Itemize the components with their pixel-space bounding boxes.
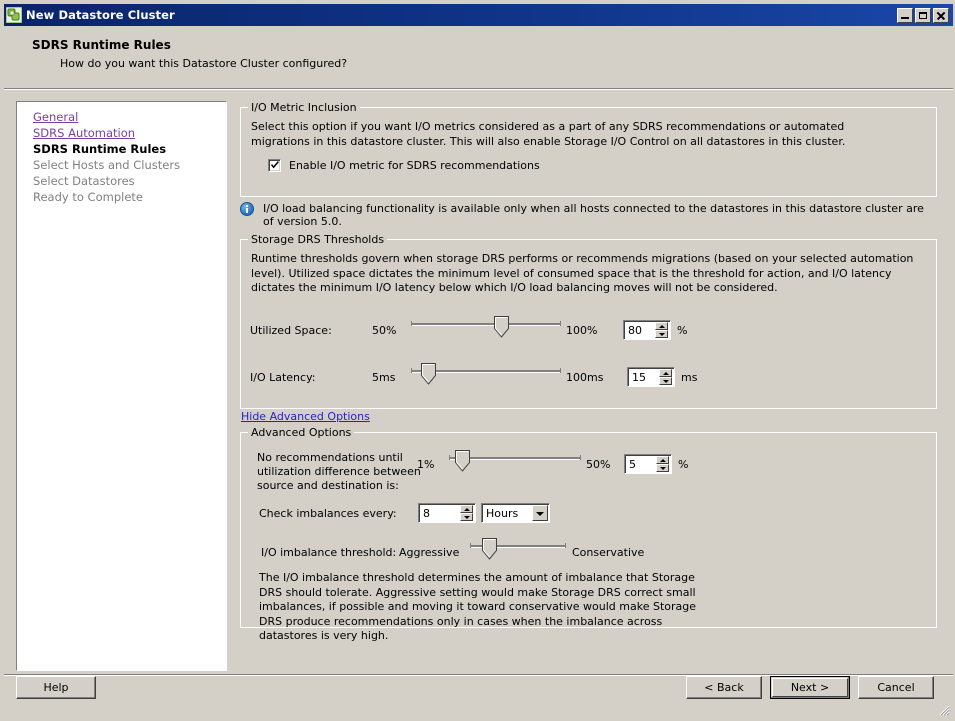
utilized-space-slider[interactable] bbox=[411, 316, 561, 342]
io-latency-spinner-down[interactable] bbox=[659, 377, 672, 385]
hide-advanced-options-link[interactable]: Hide Advanced Options bbox=[241, 410, 370, 423]
sidebar-item-sdrs-automation[interactable]: SDRS Automation bbox=[33, 125, 135, 141]
io-latency-slider-thumb[interactable] bbox=[421, 363, 436, 386]
utilized-space-spinner[interactable]: 80 bbox=[623, 320, 671, 340]
io-latency-value[interactable]: 15 bbox=[628, 371, 659, 384]
utilization-difference-spinner-up[interactable] bbox=[656, 456, 669, 464]
io-latency-max-label: 100ms bbox=[566, 371, 604, 384]
chevron-down-icon[interactable] bbox=[532, 505, 548, 521]
window-controls bbox=[897, 7, 951, 23]
utilization-difference-spinner[interactable]: 5 bbox=[624, 454, 672, 474]
info-icon bbox=[240, 202, 254, 216]
next-button[interactable]: Next > bbox=[770, 676, 850, 699]
utilized-space-max-label: 100% bbox=[566, 324, 598, 337]
header-divider bbox=[4, 88, 953, 90]
resize-grip[interactable] bbox=[938, 704, 950, 716]
enable-io-metric-row[interactable]: Enable I/O metric for SDRS recommendatio… bbox=[268, 159, 926, 172]
io-metric-inclusion-legend: I/O Metric Inclusion bbox=[248, 101, 360, 114]
storage-drs-thresholds-group: Storage DRS Thresholds Runtime threshold… bbox=[240, 233, 937, 409]
utilized-space-spinner-up[interactable] bbox=[655, 322, 668, 330]
enable-io-metric-checkbox[interactable] bbox=[268, 159, 281, 172]
check-imbalances-unit-value: Hours bbox=[486, 506, 519, 520]
utilization-difference-max-label: 50% bbox=[586, 458, 611, 471]
utilized-space-unit: % bbox=[677, 324, 688, 337]
check-imbalances-spinner[interactable]: 8 bbox=[418, 503, 476, 523]
sidebar-item-general[interactable]: General bbox=[33, 109, 78, 125]
sidebar-item-ready-to-complete: Ready to Complete bbox=[33, 190, 143, 204]
utilization-difference-label-line1: No recommendations until bbox=[257, 451, 403, 464]
page-subtitle: How do you want this Datastore Cluster c… bbox=[60, 57, 348, 70]
datastore-cluster-icon bbox=[5, 6, 23, 24]
utilization-difference-label-line3: source and destination is: bbox=[257, 479, 399, 492]
io-metric-description: Select this option if you want I/O metri… bbox=[251, 120, 846, 148]
utilization-difference-min-label: 1% bbox=[417, 458, 435, 471]
utilized-space-slider-thumb[interactable] bbox=[494, 316, 509, 339]
back-button-label: < Back bbox=[704, 681, 744, 694]
storage-drs-thresholds-description: Runtime thresholds govern when storage D… bbox=[251, 252, 914, 294]
io-latency-min-label: 5ms bbox=[372, 371, 396, 384]
window-title: New Datastore Cluster bbox=[26, 8, 175, 22]
utilization-difference-slider[interactable] bbox=[449, 450, 581, 476]
utilization-difference-spinner-down[interactable] bbox=[656, 464, 669, 472]
utilized-space-spinner-down[interactable] bbox=[655, 330, 668, 338]
info-note: I/O load balancing functionality is avai… bbox=[240, 202, 930, 228]
io-latency-unit: ms bbox=[681, 371, 698, 384]
sidebar-item-sdrs-runtime-rules[interactable]: SDRS Runtime Rules bbox=[33, 141, 166, 157]
utilization-difference-unit: % bbox=[678, 458, 689, 471]
utilized-space-min-label: 50% bbox=[372, 324, 397, 337]
back-button[interactable]: < Back bbox=[686, 676, 762, 699]
check-imbalances-unit-select[interactable]: Hours bbox=[481, 503, 550, 523]
utilized-space-label: Utilized Space: bbox=[250, 324, 332, 337]
advanced-options-group: Advanced Options No recommendations unti… bbox=[240, 426, 937, 642]
io-latency-spinner-up[interactable] bbox=[659, 369, 672, 377]
io-imbalance-slider[interactable] bbox=[470, 538, 566, 564]
utilization-difference-label-line2: utilization difference between bbox=[257, 465, 421, 478]
help-button-label: Help bbox=[43, 681, 69, 694]
io-imbalance-min-label: Aggressive bbox=[399, 546, 460, 559]
title-bar: New Datastore Cluster bbox=[4, 4, 953, 26]
close-button[interactable] bbox=[933, 7, 949, 23]
info-note-text: I/O load balancing functionality is avai… bbox=[263, 202, 924, 228]
page-header: SDRS Runtime Rules How do you want this … bbox=[4, 26, 953, 90]
io-imbalance-label: I/O imbalance threshold: bbox=[261, 546, 397, 559]
sidebar-item-select-datastores: Select Datastores bbox=[33, 174, 135, 188]
next-button-label: Next > bbox=[790, 681, 830, 694]
advanced-options-legend: Advanced Options bbox=[248, 426, 355, 439]
page-title: SDRS Runtime Rules bbox=[32, 38, 171, 52]
io-latency-spinner[interactable]: 15 bbox=[627, 367, 675, 387]
dialog-window: New Datastore Cluster SDRS Runtime Rules… bbox=[0, 0, 955, 721]
help-button[interactable]: Help bbox=[16, 676, 96, 699]
checkmark-icon bbox=[271, 161, 279, 169]
check-imbalances-spinner-up[interactable] bbox=[460, 505, 473, 513]
cancel-button-label: Cancel bbox=[877, 681, 915, 694]
io-latency-slider[interactable] bbox=[411, 363, 561, 389]
io-latency-label: I/O Latency: bbox=[250, 371, 316, 384]
io-imbalance-max-label: Conservative bbox=[572, 546, 645, 559]
check-imbalances-value[interactable]: 8 bbox=[419, 507, 460, 520]
utilization-difference-value[interactable]: 5 bbox=[625, 458, 656, 471]
io-metric-inclusion-group: I/O Metric Inclusion Select this option … bbox=[240, 101, 937, 197]
io-imbalance-slider-thumb[interactable] bbox=[482, 538, 497, 561]
sidebar-item-select-hosts-and-clusters: Select Hosts and Clusters bbox=[33, 158, 181, 172]
wizard-step-list: General SDRS Automation SDRS Runtime Rul… bbox=[16, 101, 227, 671]
utilized-space-value[interactable]: 80 bbox=[624, 324, 655, 337]
enable-io-metric-label: Enable I/O metric for SDRS recommendatio… bbox=[289, 159, 540, 172]
check-imbalances-spinner-down[interactable] bbox=[460, 513, 473, 521]
content-panel: I/O Metric Inclusion Select this option … bbox=[236, 101, 941, 671]
check-imbalances-label: Check imbalances every: bbox=[259, 507, 397, 520]
maximize-button[interactable] bbox=[915, 7, 931, 23]
utilization-difference-slider-thumb[interactable] bbox=[455, 450, 470, 473]
cancel-button[interactable]: Cancel bbox=[858, 676, 934, 699]
minimize-button[interactable] bbox=[897, 7, 913, 23]
storage-drs-thresholds-legend: Storage DRS Thresholds bbox=[248, 233, 388, 246]
io-imbalance-description: The I/O imbalance threshold determines t… bbox=[259, 571, 697, 643]
